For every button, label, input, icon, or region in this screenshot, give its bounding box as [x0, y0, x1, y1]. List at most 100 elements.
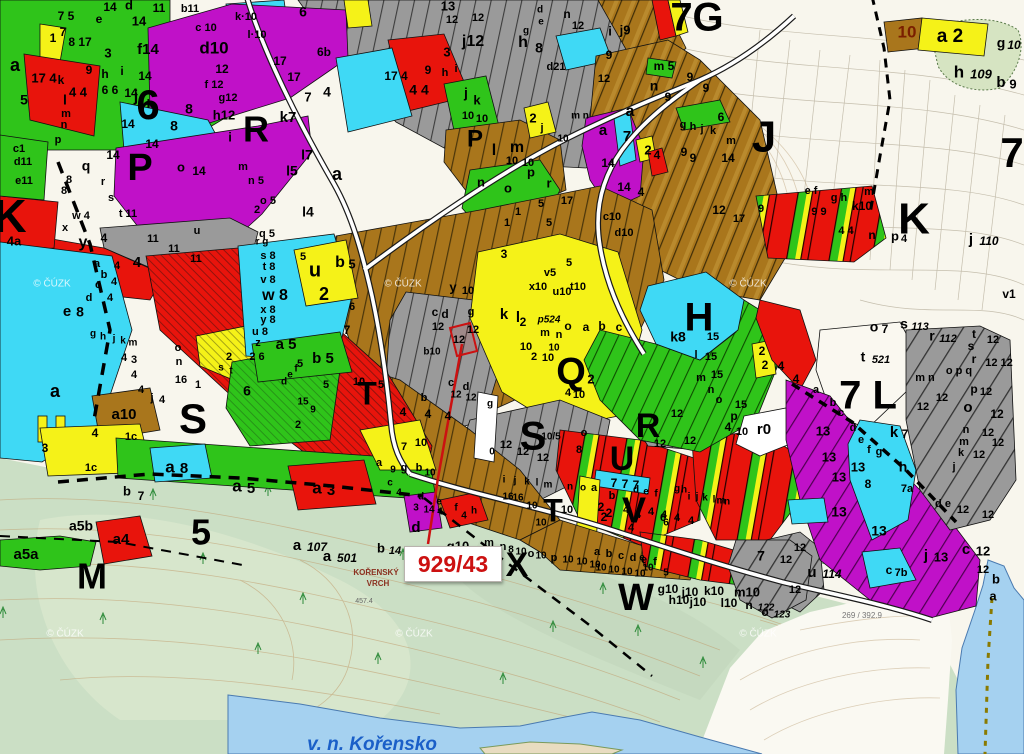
- parcel-label: 4: [635, 509, 642, 521]
- parcel-label: j: [149, 392, 153, 404]
- parcel-label: 15: [705, 351, 717, 363]
- parcel-label: 10: [353, 376, 365, 388]
- parcel-label: k10: [852, 199, 872, 213]
- parcel-label: s: [108, 192, 114, 204]
- annotation-label: © ČÚZK: [729, 277, 767, 290]
- parcel-label: 113: [911, 321, 929, 333]
- parcel-label: a4: [113, 531, 130, 548]
- parcel-label: 4: [111, 276, 118, 288]
- parcel-label: h12: [213, 107, 235, 122]
- parcel-label: m n: [915, 372, 935, 384]
- parcel-label: b: [992, 571, 1000, 586]
- parcel-label: a: [312, 478, 322, 497]
- parcel-label: u: [807, 564, 816, 581]
- parcel-label: 4: [396, 488, 402, 499]
- parcel-label: 6: [349, 301, 355, 313]
- parcel-label: t: [861, 349, 866, 365]
- parcel-label: k·10: [235, 11, 257, 23]
- parcel-label: p: [551, 552, 558, 564]
- parcel-label: j: [923, 547, 928, 564]
- parcel-label: 4: [793, 372, 800, 386]
- parcel-label: 6: [718, 110, 725, 124]
- parcel-label: 10: [1007, 38, 1021, 52]
- parcel-label: 12: [500, 439, 512, 451]
- parcel-label: j: [463, 85, 468, 101]
- parcel-label: c: [95, 279, 101, 291]
- parcel-label: i: [454, 63, 457, 75]
- parcel-label: 12: [976, 543, 990, 558]
- parcel-label: 11: [168, 243, 180, 255]
- parcel-label: 15: [707, 331, 719, 343]
- parcel-label: e: [643, 487, 649, 498]
- parcel-label: 12: [780, 554, 792, 566]
- parcel-label: p: [970, 382, 977, 396]
- parcel-label: 10: [542, 352, 554, 364]
- parcel-label: 10: [535, 551, 547, 562]
- parcel-label: 4: [437, 507, 443, 518]
- parcel-label: h: [101, 67, 108, 81]
- parcel-label: 4: [114, 260, 121, 272]
- parcel-label: 10: [506, 155, 518, 167]
- zone-label: 7G: [670, 0, 723, 40]
- parcel-label: 9: [606, 48, 613, 62]
- parcel-label: 8: [535, 40, 543, 56]
- parcel-label: a: [583, 320, 590, 334]
- parcel-label: 10: [424, 468, 436, 479]
- parcel-label: x10: [529, 281, 547, 293]
- parcel-label: g: [997, 35, 1006, 51]
- parcel-label: 9 9: [811, 206, 826, 218]
- parcel-label: g: [674, 484, 680, 495]
- parcel-label: l: [63, 92, 67, 108]
- parcel-label: o: [177, 159, 185, 174]
- parcel-label: 8: [508, 545, 514, 556]
- map-canvas[interactable]: 7GJK76RPKSTQRSUTVH7 LXWM5 14d11b117 5e14…: [0, 0, 1024, 754]
- parcel-label: 3: [42, 441, 49, 455]
- parcel-label: a: [332, 164, 343, 184]
- parcel-label: b: [416, 462, 423, 474]
- parcel-label: 4: [138, 384, 145, 396]
- parcel-label: d: [850, 422, 857, 434]
- parcel-label: a: [599, 122, 608, 139]
- parcel-label: 1: [50, 31, 57, 45]
- parcel-label: d e: [935, 498, 951, 510]
- annotation-label: KOŘENSKÝ: [353, 568, 399, 577]
- parcel-label: 5: [348, 256, 355, 271]
- parcel-label: f: [653, 556, 657, 568]
- parcel-label: y: [79, 234, 88, 251]
- parcel-label: d: [633, 485, 639, 496]
- parcel-label: n: [963, 424, 970, 436]
- parcel-label: o: [175, 342, 182, 354]
- parcel-label: f 12: [205, 79, 224, 91]
- parcel-label: 4: [323, 84, 331, 100]
- parcel-label: k8: [670, 329, 686, 345]
- parcel-label: m: [510, 139, 524, 156]
- parcel-label: a: [591, 482, 598, 494]
- parcel-label: e: [641, 554, 647, 566]
- parcel-label: 10: [573, 389, 585, 401]
- parcel-label: 12: [654, 438, 666, 450]
- parcel-label: 12: [598, 73, 610, 85]
- parcel-label: 14: [132, 13, 147, 28]
- parcel-label: b: [606, 548, 613, 560]
- parcel-label: 17: [561, 195, 573, 207]
- parcel-label: c: [387, 478, 393, 489]
- parcel-label: 7a: [901, 483, 914, 495]
- parcel-label: 10: [736, 426, 748, 438]
- parcel-label: c: [886, 563, 893, 577]
- parcel-label: q: [82, 158, 91, 174]
- parcel-label: 4: [638, 185, 645, 199]
- parcel-label: 4: [725, 420, 732, 434]
- parcel-label: 10: [589, 560, 601, 571]
- parcel-label: a: [376, 457, 383, 469]
- parcel-label: 12: [992, 437, 1004, 449]
- parcel-label: 9: [681, 145, 688, 159]
- parcel-label: 4: [107, 292, 114, 304]
- parcel-label: 6 6: [102, 83, 119, 97]
- parcel-label: o: [963, 399, 972, 416]
- parcel-label: 8: [61, 185, 67, 197]
- parcel-label: 4: [778, 359, 785, 373]
- parcel-label: 4 4: [838, 225, 854, 237]
- parcel-label: k: [702, 493, 708, 504]
- parcel-label: 4: [628, 522, 635, 534]
- parcel-label: 1: [515, 206, 521, 218]
